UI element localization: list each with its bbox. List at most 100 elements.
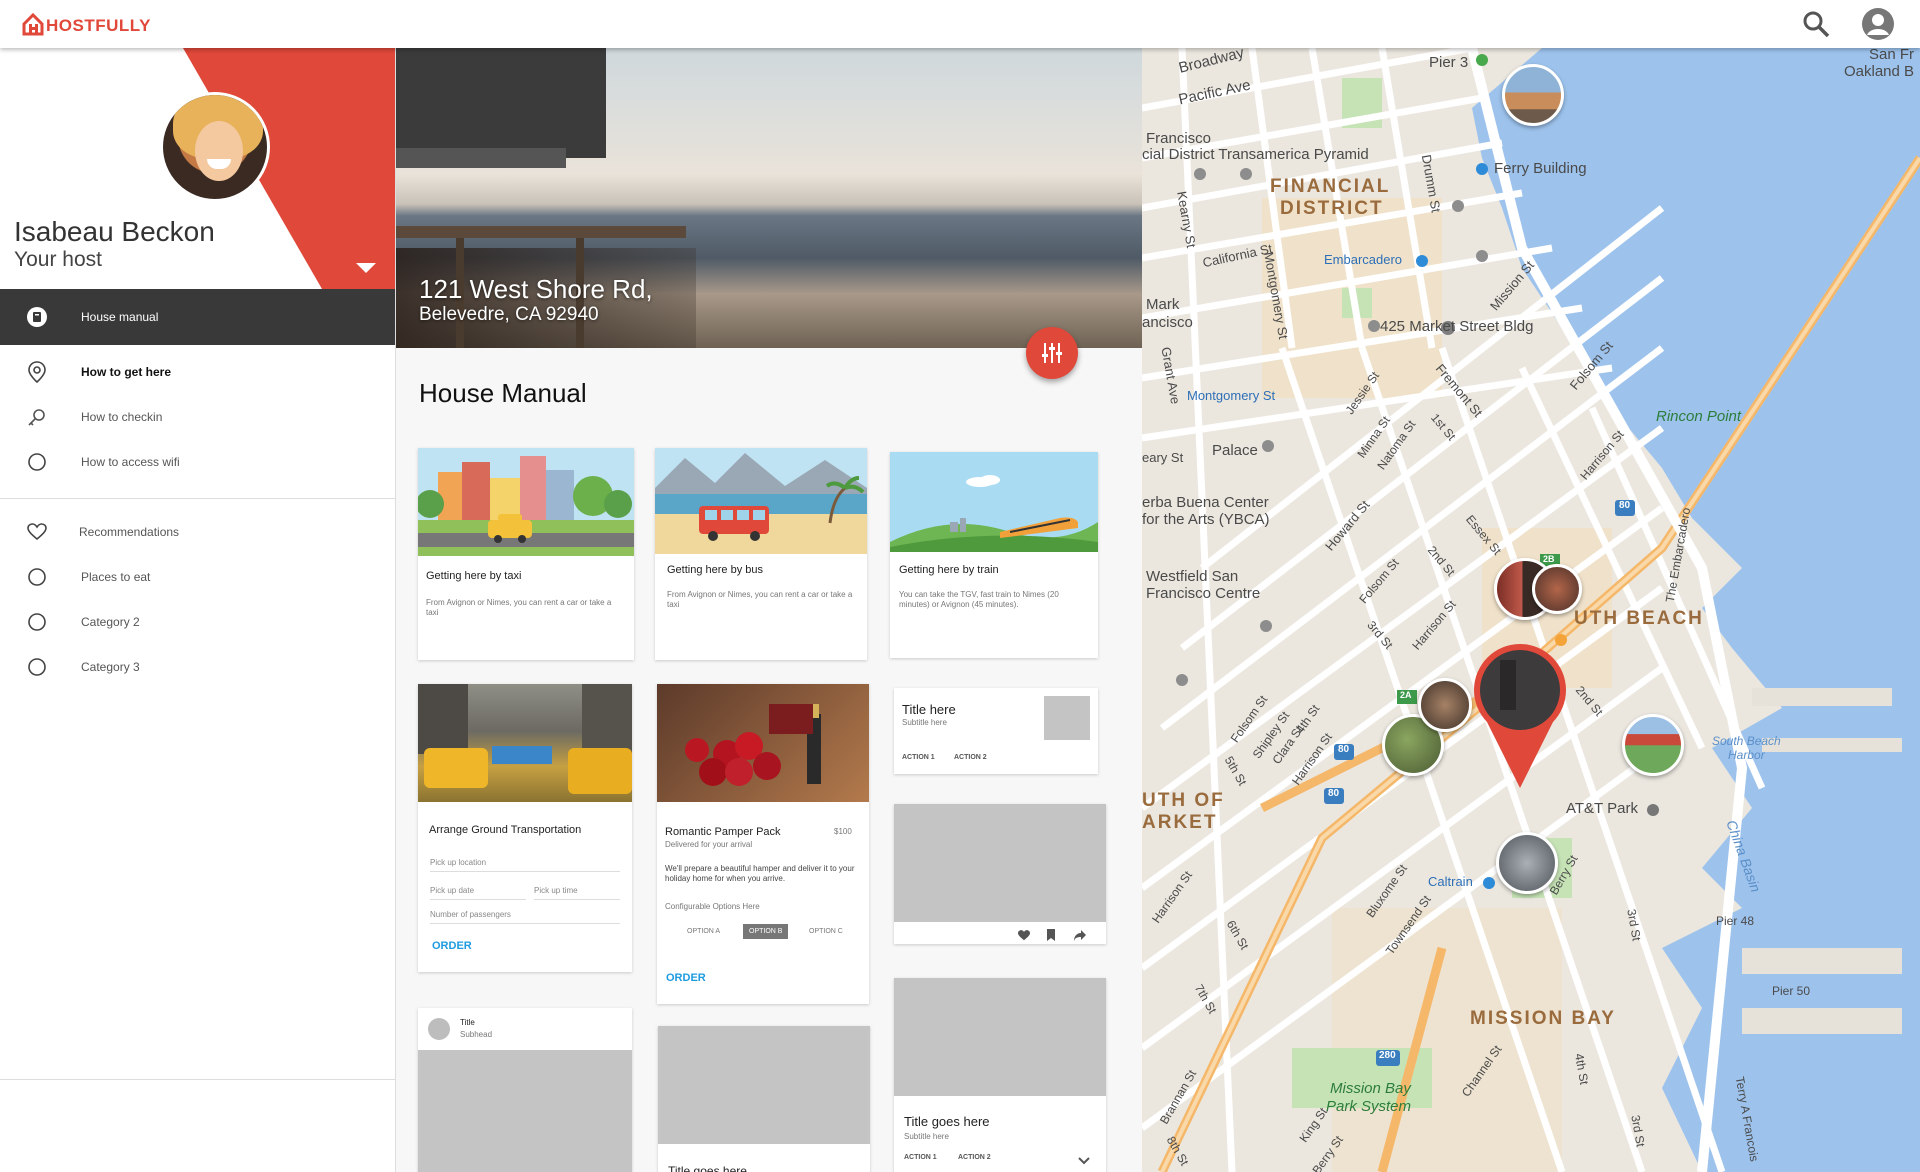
chevron-down-icon[interactable] [1078,1152,1090,1170]
map-label-water: South Beach Harbor [1712,734,1781,762]
card-text: From Avignon or Nimes, you can rent a ca… [667,590,853,609]
map-label-district: UTH OF [1142,790,1225,811]
map-photo-pin-bar[interactable] [1418,678,1472,732]
heart-icon [26,521,48,543]
card-template-bottom[interactable]: Title goes here Subtitle here ACTION 1 A… [894,978,1106,1172]
card-text: From Avignon or Nimes, you can rent a ca… [426,598,612,617]
map-label-park: Mission Bay [1330,1080,1411,1097]
map-label-district: MISSION BAY [1470,1008,1616,1029]
search-icon[interactable] [1800,8,1832,40]
host-menu-dropdown-icon[interactable] [356,263,376,273]
image-placeholder [418,1050,632,1172]
image-placeholder [658,1026,870,1144]
taxi-street-photo [418,684,632,802]
map-label-place: Pier 50 [1772,984,1811,998]
nav-category-2[interactable]: Category 2 [0,599,395,644]
nav-places-to-eat[interactable]: Places to eat [0,554,395,599]
card-title: Getting here by bus [667,564,764,576]
account-icon[interactable] [1862,8,1894,40]
highway-shield: 80 [1328,788,1340,799]
hostfully-logo[interactable]: HOSTFULLY [22,12,151,36]
key-icon [26,406,48,428]
image-placeholder [894,978,1106,1096]
house-logo-icon [22,12,44,36]
nav-category-3[interactable]: Category 3 [0,644,395,689]
pickup-date-field[interactable]: Pick up date [430,886,526,900]
card-train[interactable]: Getting here by train You can take the T… [890,452,1098,658]
nav-how-to-access-wifi[interactable]: How to access wifi [0,439,395,484]
nav-house-manual[interactable]: House manual [0,289,395,345]
map-label-place: Francisco [1146,130,1212,147]
card-title: Title goes here [668,1164,747,1172]
bookmark-icon[interactable] [1046,928,1056,944]
card-template-title[interactable]: Title here Subtitle here ACTION 1 ACTION… [894,688,1098,774]
nav-how-to-get-here[interactable]: How to get here [0,349,395,394]
option-a[interactable]: OPTION A [681,924,726,939]
nav-label: How to checkin [81,409,163,424]
nav-how-to-checkin[interactable]: How to checkin [0,394,395,439]
highway-shield: 280 [1379,1050,1396,1061]
map-label-district: ARKET [1142,812,1218,833]
card-text: We'll prepare a beautiful hamper and del… [665,864,855,883]
property-hero-image: 121 West Shore Rd, Belevedre, CA 92940 [396,48,1142,348]
card-subtitle: Subtitle here [902,718,947,727]
map-label-place: 425 Market Street Bldg [1380,318,1534,335]
bus-illustration [655,448,867,554]
map-photo-pin-att-park[interactable] [1622,714,1684,776]
nav-label: How to access wifi [81,454,180,469]
nav-label: Category 2 [81,614,140,629]
share-icon[interactable] [1074,928,1086,944]
heart-icon[interactable] [1018,928,1030,944]
card-romantic-pamper-pack: Romantic Pamper Pack $100 Delivered for … [657,684,869,1004]
filter-settings-button[interactable] [1026,327,1078,379]
map-label-place: Palace [1212,442,1258,459]
map-label-place: San Fr Oakland B [1844,48,1915,80]
app-header: HOSTFULLY [0,0,1920,48]
host-panel: Isabeau Beckon Your host [0,48,395,289]
circle-icon [26,611,48,633]
host-avatar[interactable] [160,92,270,202]
map-photo-pin-cafe[interactable] [1532,564,1582,614]
option-c[interactable]: OPTION C [803,924,849,939]
action-1-button[interactable]: ACTION 1 [904,1154,937,1161]
order-button[interactable]: ORDER [432,940,472,952]
circle-icon [26,656,48,678]
order-button[interactable]: ORDER [666,972,706,984]
pickup-time-field[interactable]: Pick up time [534,886,620,900]
map-label-place: Pier 3 [1429,54,1469,71]
avatar [428,1018,450,1040]
map-label-place: Ferry Building [1494,160,1587,177]
book-icon [26,306,48,328]
map-label-station: Embarcadero [1324,252,1403,267]
card-subtitle: Subtitle here [904,1132,949,1141]
host-name: Isabeau Beckon [14,216,215,247]
pickup-location-field[interactable]: Pick up location [430,858,620,872]
card-bus[interactable]: Getting here by bus From Avignon or Nime… [655,448,867,660]
highway-exit-sign: 2A [1400,690,1412,700]
sliders-icon [1042,343,1062,363]
map-label-place: erba Buena Center [1142,494,1269,511]
card-media-placeholder[interactable] [894,804,1106,944]
map-view[interactable]: Broadway Pacific Ave Pier 3 San Fr Oakla… [1142,48,1920,1172]
map-photo-pin-building[interactable] [1496,832,1558,894]
map-label-station: Montgomery St [1187,388,1276,403]
card-bottom-placeholder[interactable]: Title goes here [658,1026,870,1172]
card-title: Getting here by train [899,564,999,576]
card-title: Title goes here [904,1114,990,1129]
taxi-illustration [418,448,634,556]
nav-label: Category 3 [81,659,140,674]
nav-label: Recommendations [79,524,180,539]
host-role: Your host [14,248,102,271]
card-avatar-list[interactable]: Title Subhead [418,1008,632,1172]
card-title: Arrange Ground Transportation [429,824,582,836]
train-illustration [890,452,1098,552]
option-b[interactable]: OPTION B [743,924,789,939]
action-1-button[interactable]: ACTION 1 [902,754,935,761]
map-photo-pin-ferry-building[interactable] [1502,64,1564,126]
nav-recommendations[interactable]: Recommendations [0,509,395,554]
action-2-button[interactable]: ACTION 2 [954,754,987,761]
card-taxi[interactable]: Getting here by taxi From Avignon or Nim… [418,448,634,660]
passengers-field[interactable]: Number of passengers [430,910,620,924]
price: $100 [834,827,852,836]
action-2-button[interactable]: ACTION 2 [958,1154,991,1161]
